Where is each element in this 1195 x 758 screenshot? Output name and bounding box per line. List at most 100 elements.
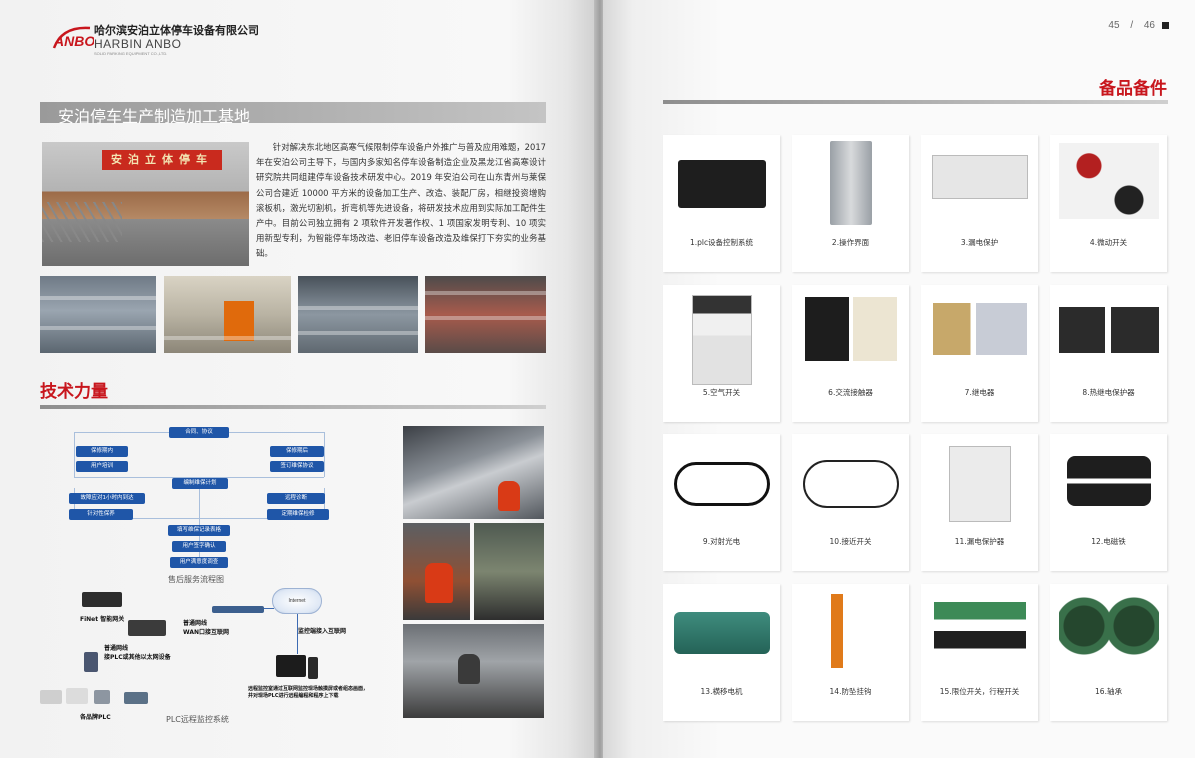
part-caption: 15.限位开关，行程开关	[939, 687, 1020, 696]
part-card: 13.横移电机	[663, 584, 780, 721]
workshop-photo-1	[40, 276, 156, 353]
part-caption: 14.防坠挂钩	[829, 687, 872, 696]
io-device	[84, 652, 98, 672]
part-caption: 9.对射光电	[702, 537, 741, 546]
left-page: ANBO 哈尔滨安泊立体停车设备有限公司 HARBIN ANBO SOLID P…	[0, 0, 597, 758]
service-photo-3	[474, 523, 544, 620]
company-subtitle: SOLID PARKING EQUIPMENT CO.,LTD.	[94, 51, 168, 56]
remote-label: 远程监控室通过互联网监控现场触摸屏或者组态画面，并对现场PLC进行远程编程和程序…	[248, 686, 369, 699]
plc-2	[66, 688, 88, 704]
flow-warranty-out: 保修期后	[270, 446, 324, 457]
bearing-image	[1058, 590, 1159, 670]
flow-contract: 合同、协议	[169, 427, 229, 438]
flow-caption: 售后服务流程图	[168, 575, 224, 584]
anti-fall-hook-image	[830, 594, 871, 668]
contactor-image	[804, 297, 897, 361]
part-caption: 6.交流接触器	[828, 388, 873, 397]
workshop-photo-forklift	[164, 276, 291, 353]
plc-controller-image	[677, 160, 766, 208]
plc-label: 各品牌PLC	[80, 714, 111, 721]
router-device	[128, 620, 166, 636]
part-card: 11.漏电保护器	[921, 434, 1038, 571]
net1b-label: WAN口接互联网	[183, 629, 230, 636]
workshop-photo-3	[298, 276, 418, 353]
part-card: 6.交流接触器	[792, 285, 909, 422]
section-title-tech: 技术力量	[40, 382, 108, 402]
part-caption: 2.操作界面	[831, 238, 870, 247]
photoelectric-image	[673, 462, 770, 506]
part-caption: 7.继电器	[964, 388, 995, 397]
service-flow-chart: 合同、协议 保修期内 用户培训 保修期后 签订维保协议 编制维保计划 故障应对1…	[42, 420, 387, 590]
spare-parts-title: 备品备件	[1099, 79, 1167, 99]
intro-paragraph: 针对解决东北地区高寒气候限制停车设备户外推广与普及应用难题，2017 年在安泊公…	[256, 142, 546, 259]
factory-gate	[42, 202, 122, 242]
air-switch-image	[691, 295, 752, 385]
flow-confirm: 用户签字确认	[172, 541, 226, 552]
flow-maintenance: 针对性保养	[69, 509, 133, 520]
plc-4	[124, 692, 148, 704]
page-number: 45 / 46	[1108, 20, 1155, 31]
company-name-en: HARBIN ANBO	[94, 37, 182, 51]
service-photo-1	[403, 426, 544, 519]
part-card: 7.继电器	[921, 285, 1038, 422]
flow-plan: 编制维保计划	[172, 478, 228, 489]
part-card: 9.对射光电	[663, 434, 780, 571]
part-card: 12.电磁铁	[1050, 434, 1167, 571]
internet-cloud: Internet	[272, 588, 322, 614]
flow-regular-check: 定期维保检修	[267, 509, 329, 520]
part-caption: 10.接近开关	[829, 537, 872, 546]
monitor-net-label: 监控端接入互联网	[298, 628, 347, 635]
thermal-relay-image	[1058, 307, 1159, 353]
flow-remote-diag: 远程诊断	[267, 493, 325, 504]
part-caption: 13.横移电机	[700, 687, 743, 696]
net1-label: 普通网线	[183, 620, 208, 627]
brochure-spread: ANBO 哈尔滨安泊立体停车设备有限公司 HARBIN ANBO SOLID P…	[0, 0, 1195, 758]
part-card: 10.接近开关	[792, 434, 909, 571]
workshop-photo-4	[425, 276, 546, 353]
company-logo: ANBO	[52, 26, 94, 49]
part-caption: 5.空气开关	[702, 388, 741, 397]
part-caption: 3.漏电保护	[960, 238, 999, 247]
flow-warranty-in: 保修期内	[76, 446, 128, 457]
flow-survey: 用户满意度调查	[170, 557, 228, 568]
svg-text:ANBO: ANBO	[53, 33, 94, 49]
plc-3	[94, 690, 110, 704]
micro-switch-image	[1058, 143, 1159, 219]
traverse-motor-image	[673, 612, 770, 654]
factory-sign: 安泊立体停车	[102, 150, 222, 170]
proximity-switch-image	[802, 460, 899, 508]
part-caption: 16.轴承	[1095, 687, 1122, 696]
section-rule	[40, 405, 546, 409]
gateway-device	[82, 592, 122, 607]
section-title-factory: 安泊停车生产制造加工基地	[58, 107, 251, 126]
operation-panel-image	[829, 141, 872, 225]
service-photo-4	[403, 624, 544, 718]
limit-switch-image	[933, 602, 1026, 660]
flow-sign-agreement: 签订维保协议	[270, 461, 324, 472]
service-photo-2	[403, 523, 470, 620]
plc-1	[40, 690, 62, 704]
part-caption: 8.热继电保护器	[1082, 388, 1135, 397]
part-caption: 1.plc设备控制系统	[689, 238, 754, 247]
part-card: 15.限位开关，行程开关	[921, 584, 1038, 721]
factory-photo: 安泊立体停车	[42, 142, 249, 266]
part-caption: 12.电磁铁	[1091, 537, 1126, 546]
switch-device	[212, 606, 264, 613]
net2-label: 普通网线	[104, 645, 129, 652]
part-card: 5.空气开关	[663, 285, 780, 422]
part-card: 2.操作界面	[792, 135, 909, 272]
company-name-cn: 哈尔滨安泊立体停车设备有限公司	[94, 24, 259, 37]
spare-parts-rule	[663, 100, 1168, 104]
gateway-label: FiNet 智能网关	[80, 616, 125, 623]
electromagnet-image	[1066, 456, 1151, 506]
flow-response: 故障应对1小时内到达	[69, 493, 145, 504]
monitor-device	[276, 655, 306, 677]
flow-user-training: 用户培训	[76, 461, 128, 472]
leakage-protector-image	[931, 155, 1028, 199]
part-card: 14.防坠挂钩	[792, 584, 909, 721]
page-marker	[1162, 22, 1169, 29]
leakage-breaker-image	[948, 446, 1011, 522]
pc-tower	[308, 657, 318, 679]
part-card: 4.微动开关	[1050, 135, 1167, 272]
plc-caption: PLC远程监控系统	[166, 715, 229, 724]
